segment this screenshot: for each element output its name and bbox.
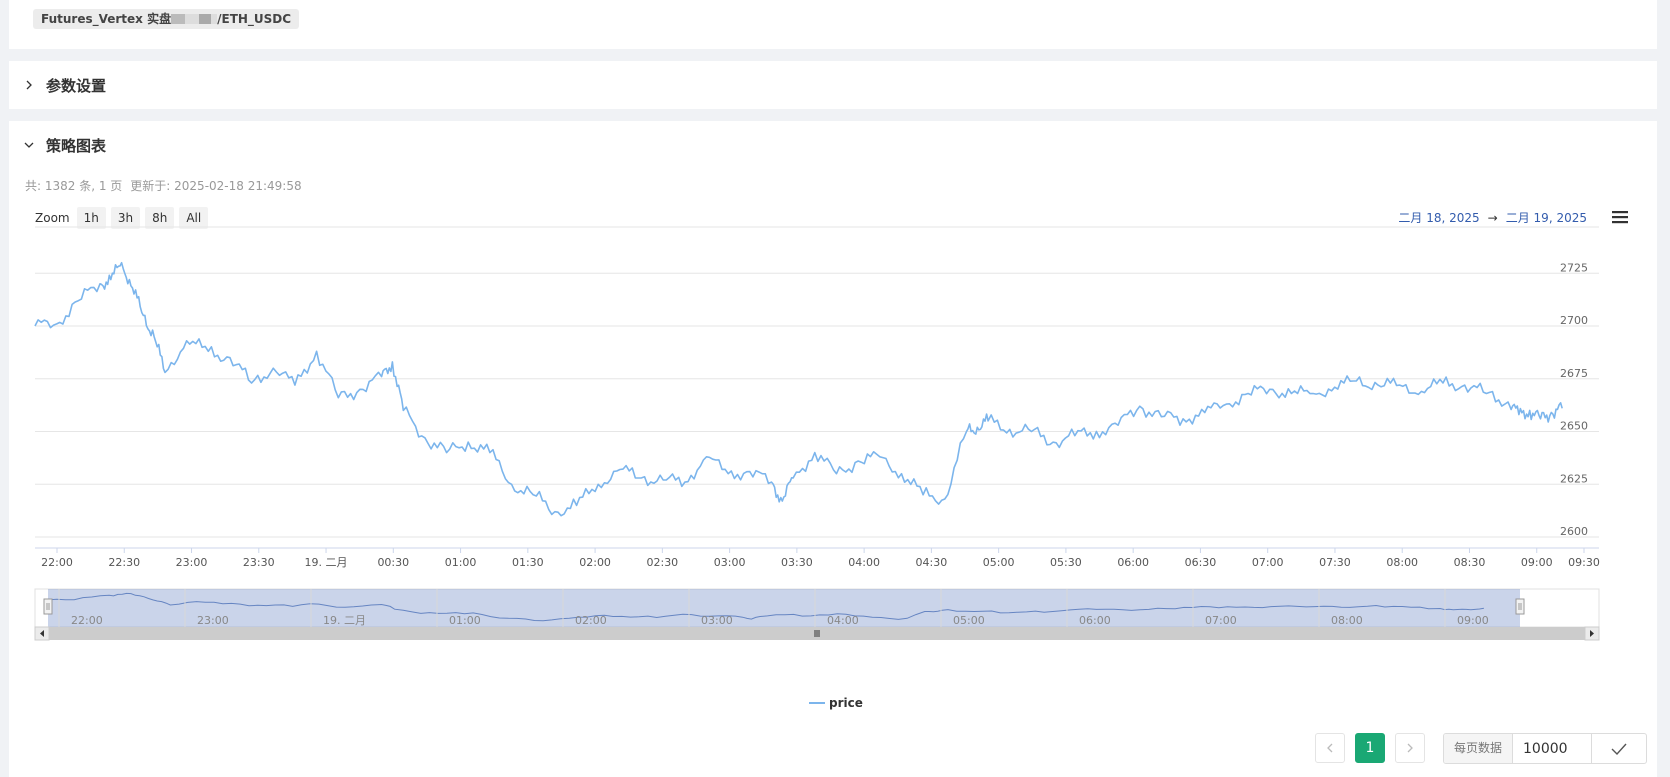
strategy-tag-prefix: Futures_Vertex 实盘 [41,12,172,26]
navigator-mask [48,589,1520,627]
navigator-tick-label: 06:00 [1079,614,1111,627]
price-series-line [34,261,1563,517]
price-chart: 22:00 22:30 23:00 23:30 19. 二月 00:30 01:00 01:3… [34,226,1600,641]
navigator-tick-label: 04:00 [827,614,859,627]
handle-grip [43,598,53,615]
navigator-tick-label: 07:00 [1205,614,1237,627]
navigator-tick-label: 03:00 [701,614,733,627]
scroll-right-button[interactable] [1584,626,1600,641]
prev-page-button[interactable] [1315,733,1345,763]
navigator-tick-label: 22:00 [71,614,103,627]
navigator-tick-label: 05:00 [953,614,985,627]
redacted-mask [171,14,218,24]
x-tick-label: 02:30 [646,556,678,569]
chevron-right-icon [26,80,32,90]
x-tick-label: 04:30 [916,556,948,569]
x-tick-label: 03:00 [714,556,746,569]
y-tick-label: 2625 [1560,472,1588,485]
x-tick-label: 01:30 [512,556,544,569]
x-tick-label: 02:00 [579,556,611,569]
x-tick-label: 06:30 [1185,556,1217,569]
navigator-tick-label: 09:00 [1457,614,1489,627]
navigator-tick-label: 01:00 [449,614,481,627]
page-1-button[interactable]: 1 [1355,733,1385,763]
x-tick-label: 05:00 [983,556,1015,569]
chart-panel: 策略图表 共: 1382 条, 1 页更新于: 2025-02-18 21:49… [9,121,1657,777]
x-tick-label: 00:30 [377,556,409,569]
page-size-input[interactable] [1513,734,1592,763]
x-tick-label: 09:30 [1568,556,1600,569]
chevron-left-icon [1327,743,1333,753]
x-tick-label: 22:30 [108,556,140,569]
navigator-right-handle[interactable] [1515,598,1525,615]
params-section-toggle[interactable]: 参数设置 [24,73,106,97]
navigator-tick-label: 19. 二月 [323,614,366,627]
handle-grip [1515,598,1525,615]
legend-item-price[interactable]: price [809,696,863,710]
x-tick-label: 08:00 [1386,556,1418,569]
check-icon [1611,743,1627,755]
x-tick-label: 23:30 [243,556,275,569]
x-tick-label: 05:30 [1050,556,1082,569]
y-tick-label: 2700 [1560,314,1588,327]
params-panel: 参数设置 [9,61,1657,109]
x-tick-label: 07:30 [1319,556,1351,569]
x-tick-label: 01:00 [445,556,477,569]
y-tick-label: 2600 [1560,525,1588,538]
x-tick-label: 04:00 [848,556,880,569]
y-tick-label: 2725 [1560,261,1588,274]
strategy-tag: Futures_Vertex 实盘/ETH_USDC [33,9,300,29]
chevron-right-icon [1407,743,1413,753]
top-panel: Futures_Vertex 实盘/ETH_USDC [9,0,1657,49]
x-tick-label: 06:00 [1117,556,1149,569]
page-size-confirm-button[interactable] [1591,734,1646,763]
page-size-control: 每页数据 [1443,733,1648,764]
legend-swatch [809,702,825,704]
navigator-left-handle[interactable] [43,598,53,615]
y-tick-label: 2650 [1560,420,1588,433]
x-tick-label: 09:00 [1521,556,1553,569]
x-tick-label: 22:00 [41,556,73,569]
x-tick-label: 08:30 [1454,556,1486,569]
legend-label: price [829,696,863,710]
strategy-tag-suffix: /ETH_USDC [217,12,292,26]
x-tick-label: 19. 二月 [305,556,348,569]
next-page-button[interactable] [1395,733,1425,763]
x-tick-label: 23:00 [176,556,208,569]
page-size-label: 每页数据 [1444,734,1514,763]
navigator-tick-label: 08:00 [1331,614,1363,627]
navigator-tick-label: 02:00 [575,614,607,627]
x-tick-label: 07:00 [1252,556,1284,569]
navigator-tick-label: 23:00 [197,614,229,627]
y-tick-label: 2675 [1560,367,1588,380]
scroll-left-button[interactable] [34,626,50,641]
params-section-title: 参数设置 [46,76,107,95]
x-tick-label: 03:30 [781,556,813,569]
